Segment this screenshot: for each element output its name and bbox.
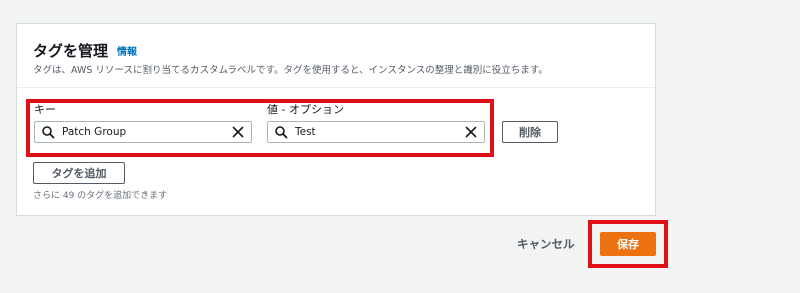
remove-tag-button[interactable]: 削除	[502, 121, 558, 143]
add-tag-button[interactable]: タグを追加	[33, 162, 125, 184]
tag-row-highlight	[26, 99, 494, 157]
panel-title: タグを管理	[33, 42, 109, 60]
save-highlight	[588, 220, 668, 268]
remaining-tags-hint: さらに 49 のタグを追加できます	[33, 191, 168, 201]
panel-header: タグを管理 情報 タグは、AWS リソースに割り当てるカスタムラベルです。タグを…	[17, 24, 655, 88]
cancel-button[interactable]: キャンセル	[517, 236, 575, 252]
info-link[interactable]: 情報	[117, 43, 137, 58]
panel-description: タグは、AWS リソースに割り当てるカスタムラベルです。タグを使用すると、インス…	[33, 65, 548, 76]
